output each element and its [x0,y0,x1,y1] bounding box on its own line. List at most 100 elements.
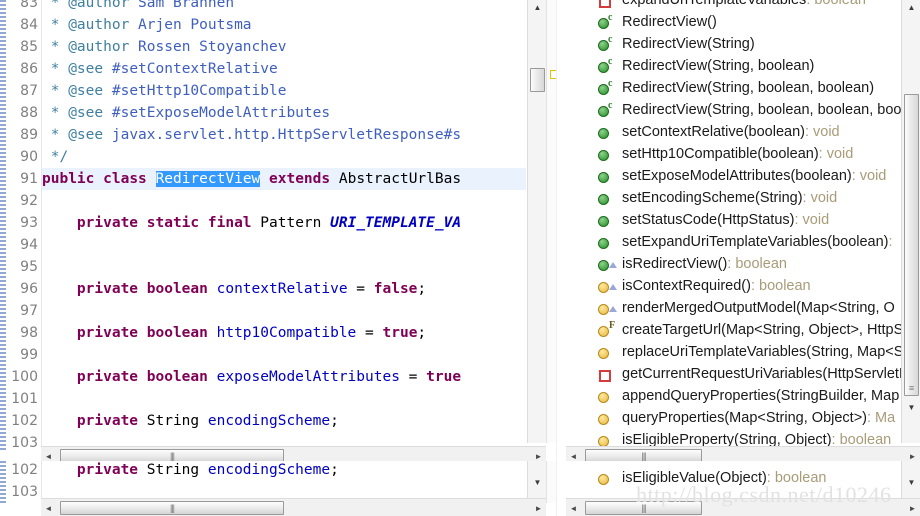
outline-scroll-right-arrow-dup[interactable]: ► [905,499,920,516]
outline-item[interactable]: isRedirectView() : boolean [566,253,906,275]
code-line[interactable]: * @see javax.servlet.http.HttpServletRes… [42,124,461,146]
code-token: private [76,462,139,478]
code-token: exposeModelAttributes [216,369,400,385]
outline-item-icons [566,385,622,407]
outline-item[interactable]: c RedirectView(String, boolean) [566,55,906,77]
outline-item[interactable]: replaceUriTemplateVariables(String, Map<… [566,341,906,363]
editor-vertical-scrollbar-dup[interactable]: ▼ [527,461,548,503]
outline-item[interactable]: appendQueryProperties(StringBuilder, Map [566,385,906,407]
scroll-down-arrow-dup[interactable]: ▼ [528,475,547,490]
scroll-up-arrow[interactable]: ▲ [528,0,547,15]
outline-item[interactable]: setHttp10Compatible(boolean) : void [566,143,906,165]
outline-item[interactable]: c RedirectView(String, boolean, boolean, … [566,99,906,121]
constructor-icon: c [608,56,613,67]
code-line[interactable]: private String encodingScheme; [42,410,339,432]
code-line[interactable]: */ [42,146,68,168]
outline-item-icons [566,231,622,253]
outline-scroll-left-arrow-dup[interactable]: ◄ [566,499,581,516]
code-line[interactable]: private boolean exposeModelAttributes = … [42,366,461,388]
code-line[interactable]: private static final Pattern URI_TEMPLAT… [42,212,461,234]
outline-item[interactable]: c RedirectView(String, boolean, boolean) [566,77,906,99]
protected-member-icon [598,414,609,425]
outline-item[interactable]: setEncodingScheme(String) : void [566,187,906,209]
code-token: @see [68,127,104,143]
code-line[interactable]: private String encodingScheme; [42,461,339,481]
protected-member-icon [598,304,609,315]
outline-scroll-up-arrow[interactable]: ▲ [902,0,920,15]
outline-item[interactable]: renderMergedOutputModel(Map<String, O [566,297,906,319]
outline-item[interactable]: isContextRequired() : boolean [566,275,906,297]
code-line[interactable]: * @see #setContextRelative [42,58,278,80]
outline-item-icons [566,209,622,231]
editor-duplicate-strip[interactable]: 102 103 private String encodingScheme; [0,461,546,503]
editor-vertical-scrollbar[interactable]: ▲ [527,0,548,443]
outline-item-type: : boolean [750,278,811,294]
code-text-area-dup[interactable]: private String encodingScheme; [42,461,526,503]
scroll-right-arrow-dup[interactable]: ► [531,499,546,516]
line-number: 91 [20,171,38,187]
public-member-icon [598,238,609,249]
outline-item[interactable]: setContextRelative(boolean) : void [566,121,906,143]
outline-item[interactable]: setExpandUriTemplateVariables(boolean) : [566,231,906,253]
outline-item-label: RedirectView(String) [622,36,755,52]
code-line[interactable]: private boolean http10Compatible = true; [42,322,426,344]
line-number: 102 [11,413,38,429]
code-line[interactable]: private boolean contextRelative = false; [42,278,426,300]
constructor-icon: c [608,12,613,23]
outline-vertical-scrollbar[interactable]: ▲ ≡ ▼ [901,0,920,443]
outline-item[interactable]: getCurrentRequestUriVariables(HttpServle… [566,363,906,385]
outline-tree[interactable]: expandUriTemplateVariables : boolean c Red… [566,0,920,450]
line-number: 94 [20,237,38,253]
outline-item-label: RedirectView() [622,14,717,30]
code-token: true [382,325,418,341]
editor-horizontal-scrollbar-dup[interactable]: ◄ ||| ► [41,498,546,516]
code-token: private [76,413,139,429]
outline-item[interactable]: FcreateTargetUrl(Map<String, Object>, Ht… [566,319,906,341]
outline-item[interactable]: c RedirectView(String) [566,33,906,55]
outline-item[interactable]: c RedirectView() [566,11,906,33]
outline-item-icons [566,363,622,385]
eclipse-ide-window: 83 84 85 86 87 88 89 90 91 92 93 94 95 96 97 98 99 100 101… [0,0,920,516]
outline-scroll-down-arrow[interactable]: ▼ [902,400,920,415]
outline-item-type: : void [818,146,854,162]
outline-item-icons [566,407,622,429]
outline-item-type: : void [794,212,830,228]
outline-item-label: expandUriTemplateVariables [622,0,807,8]
line-number: 89 [20,127,38,143]
line-number-gutter: 83 84 85 86 87 88 89 90 91 92 93 94 95 96 97 98 99 100 101… [6,0,41,450]
outline-item[interactable]: setStatusCode(HttpStatus) : void [566,209,906,231]
outline-item-label: RedirectView(String, boolean, boolean, b… [622,102,902,118]
code-text-area[interactable]: * @author Sam Brannen * @author Arjen Po… [42,0,526,443]
code-token: boolean [146,325,208,341]
code-line[interactable]: * @author Sam Brannen [42,0,234,14]
outline-scroll-thumb[interactable]: ≡ [904,94,919,396]
code-line[interactable]: * @see #setExposeModelAttributes [42,102,330,124]
outline-item-label: setEncodingScheme(String) [622,190,803,206]
code-token: @see [68,83,104,99]
line-number: 103 [11,484,38,500]
java-editor-pane[interactable]: 83 84 85 86 87 88 89 90 91 92 93 94 95 96 97 98 99 100 101… [0,0,546,450]
public-member-icon [598,216,609,227]
code-token: RedirectView [155,171,261,187]
code-token: ; [330,413,339,429]
code-line[interactable]: public class RedirectView extends Abstra… [42,168,461,190]
code-line[interactable]: * @author Rossen Stoyanchev [42,36,287,58]
code-token: * [42,61,69,77]
editor-hscroll-thumb-dup[interactable]: ||| [60,501,284,515]
line-number: 90 [20,149,38,165]
outline-item[interactable]: setExposeModelAttributes(boolean) : void [566,165,906,187]
scroll-left-arrow-dup[interactable]: ◄ [41,499,56,516]
outline-scroll-down-arrow-dup[interactable]: ▼ [902,475,920,490]
outline-vertical-scrollbar-dup[interactable]: ▼ [901,461,920,503]
editor-scroll-thumb[interactable] [530,68,545,92]
outline-item-label: renderMergedOutputModel(Map<String, O [622,300,895,316]
outline-item[interactable]: queryProperties(Map<String, Object>) : M… [566,407,906,429]
code-token: final [207,215,252,231]
code-line[interactable]: * @see #setHttp10Compatible [42,80,287,102]
code-token: false [373,281,418,297]
code-line[interactable]: * @author Arjen Poutsma [42,14,252,36]
outline-item[interactable]: expandUriTemplateVariables : boolean [566,0,906,11]
